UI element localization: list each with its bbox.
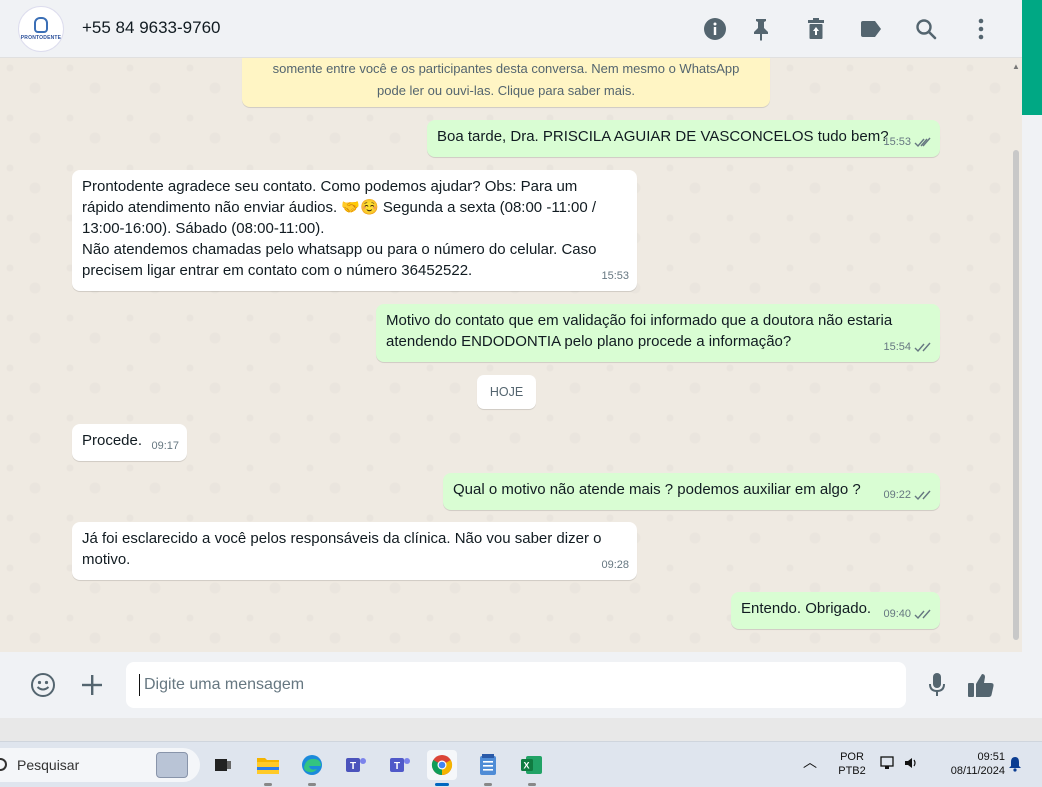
running-indicator bbox=[484, 783, 492, 786]
teams-work-icon[interactable]: T bbox=[385, 750, 415, 780]
tray-overflow-chevron-icon[interactable]: ︿ bbox=[803, 755, 817, 769]
chat-header[interactable]: PRONTODENTE +55 84 9633-9760 bbox=[0, 0, 1022, 58]
teams-icon[interactable]: T bbox=[341, 750, 371, 780]
avatar-logo-text: PRONTODENTE bbox=[20, 35, 62, 41]
whatsapp-window: PRONTODENTE +55 84 9633-9760 somente ent… bbox=[0, 0, 1022, 718]
message-time: 15:54 bbox=[883, 341, 911, 353]
svg-text:T: T bbox=[394, 761, 400, 772]
message-meta: 09:17 bbox=[151, 436, 179, 457]
excel-icon[interactable]: X bbox=[517, 750, 547, 786]
input-language[interactable]: POR PTB2 bbox=[832, 750, 872, 778]
volume-icon[interactable] bbox=[903, 755, 919, 775]
message-outgoing[interactable]: Motivo do contato que em validação foi i… bbox=[376, 304, 940, 362]
pin-icon[interactable] bbox=[747, 15, 775, 43]
message-line: 13:00-16:00). Sábado (08:00-11:00). bbox=[82, 220, 325, 237]
running-indicator bbox=[308, 783, 316, 786]
search-icon[interactable] bbox=[912, 15, 940, 43]
avatar[interactable]: PRONTODENTE bbox=[18, 6, 64, 52]
message-text: Qual o motivo não atende mais ? podemos … bbox=[453, 481, 861, 498]
svg-text:X: X bbox=[524, 761, 530, 771]
label-icon[interactable] bbox=[857, 15, 885, 43]
message-line: atendendo ENDODONTIA pelo plano procede … bbox=[386, 333, 792, 350]
running-indicator bbox=[528, 783, 536, 786]
info-icon[interactable] bbox=[701, 15, 729, 43]
message-outgoing[interactable]: Boa tarde, Dra. PRISCILA AGUIAR DE VASCO… bbox=[427, 120, 940, 157]
message-time: 09:17 bbox=[151, 440, 179, 452]
message-time: 15:53 bbox=[883, 136, 911, 148]
microphone-icon[interactable] bbox=[921, 669, 953, 701]
clock[interactable]: 09:51 08/11/2024 bbox=[933, 750, 1005, 778]
message-meta: 09:28 bbox=[601, 555, 629, 576]
message-meta: 15:54 bbox=[883, 337, 932, 358]
notification-bell-icon[interactable] bbox=[1008, 756, 1022, 776]
text-caret bbox=[139, 674, 140, 696]
message-incoming[interactable]: Prontodente agradece seu contato. Como p… bbox=[72, 170, 637, 291]
composer-bar bbox=[0, 652, 1022, 718]
menu-icon[interactable] bbox=[967, 15, 995, 43]
message-line: Motivo do contato que em validação foi i… bbox=[386, 312, 893, 329]
emoji-icon[interactable] bbox=[27, 669, 59, 701]
message-incoming[interactable]: Procede. 09:17 bbox=[72, 424, 187, 461]
message-time: 09:22 bbox=[883, 489, 911, 501]
read-ticks-icon bbox=[914, 490, 931, 501]
contact-name[interactable]: +55 84 9633-9760 bbox=[82, 18, 221, 38]
date-divider: HOJE bbox=[477, 375, 536, 409]
chat-area[interactable]: somente entre você e os participantes de… bbox=[0, 58, 1022, 652]
message-incoming[interactable]: Já foi esclarecido a você pelos responsá… bbox=[72, 522, 637, 580]
keyboard-layout: PTB2 bbox=[838, 765, 866, 777]
message-line: Já foi esclarecido a você pelos responsá… bbox=[82, 530, 602, 547]
read-ticks-icon bbox=[914, 342, 931, 353]
taskbar-search-label: Pesquisar bbox=[17, 757, 80, 773]
message-outgoing[interactable]: Entendo. Obrigado. 09:40 bbox=[731, 592, 940, 629]
clock-time: 09:51 bbox=[977, 751, 1005, 763]
search-icon bbox=[0, 758, 7, 771]
language-code: POR bbox=[840, 751, 864, 763]
file-explorer-icon[interactable] bbox=[253, 750, 283, 786]
attach-plus-icon[interactable] bbox=[76, 669, 108, 701]
running-indicator bbox=[264, 783, 272, 786]
message-text: Boa tarde, Dra. PRISCILA AGUIAR DE VASCO… bbox=[437, 128, 889, 145]
notepad-icon[interactable] bbox=[473, 750, 503, 786]
scroll-up-arrow-icon[interactable]: ▲ bbox=[1012, 62, 1020, 71]
read-ticks-icon bbox=[914, 609, 931, 620]
message-meta: 15:53 bbox=[601, 266, 629, 287]
message-line: rápido atendimento não enviar áudios. 🤝☺… bbox=[82, 199, 597, 216]
message-time: 09:40 bbox=[883, 608, 911, 620]
message-meta: 09:22 bbox=[883, 485, 932, 506]
message-text: Procede. bbox=[82, 432, 143, 449]
scrollbar-thumb[interactable] bbox=[1013, 150, 1019, 640]
read-ticks-icon bbox=[914, 137, 931, 148]
trash-icon[interactable] bbox=[802, 15, 830, 43]
message-text: Entendo. Obrigado. bbox=[741, 600, 872, 617]
message-meta: 09:40 bbox=[883, 604, 932, 625]
chrome-icon[interactable] bbox=[427, 750, 457, 786]
encryption-line-2: pode ler ou ouvi-las. Clique para saber … bbox=[377, 83, 635, 98]
message-input[interactable] bbox=[126, 662, 906, 708]
task-view-icon[interactable] bbox=[208, 750, 238, 780]
windows-taskbar: Pesquisar T T X ︿ POR PTB2 09:51 08/11/2… bbox=[0, 741, 1042, 787]
svg-text:T: T bbox=[350, 761, 356, 772]
message-line: Não atendemos chamadas pelo whatsapp ou … bbox=[82, 241, 597, 258]
clock-date: 08/11/2024 bbox=[950, 765, 1005, 777]
encryption-notice[interactable]: somente entre você e os participantes de… bbox=[242, 58, 770, 107]
message-line: motivo. bbox=[82, 551, 131, 568]
thumbs-up-icon[interactable] bbox=[965, 669, 997, 701]
message-line: Prontodente agradece seu contato. Como p… bbox=[82, 178, 578, 195]
taskbar-search[interactable]: Pesquisar bbox=[0, 748, 200, 782]
tooth-logo-icon bbox=[34, 17, 48, 33]
message-line: precisem ligar entrar em contato com o n… bbox=[82, 262, 473, 279]
side-accent-bar bbox=[1022, 0, 1042, 115]
message-outgoing[interactable]: Qual o motivo não atende mais ? podemos … bbox=[443, 473, 940, 510]
message-meta: 15:53 bbox=[883, 132, 932, 153]
edge-browser-icon[interactable] bbox=[297, 750, 327, 786]
search-highlight-icon bbox=[156, 752, 188, 778]
network-icon[interactable] bbox=[880, 755, 896, 775]
encryption-line-1: somente entre você e os participantes de… bbox=[272, 61, 740, 76]
message-time: 15:53 bbox=[601, 270, 629, 282]
active-indicator bbox=[435, 783, 449, 786]
message-time: 09:28 bbox=[601, 559, 629, 571]
